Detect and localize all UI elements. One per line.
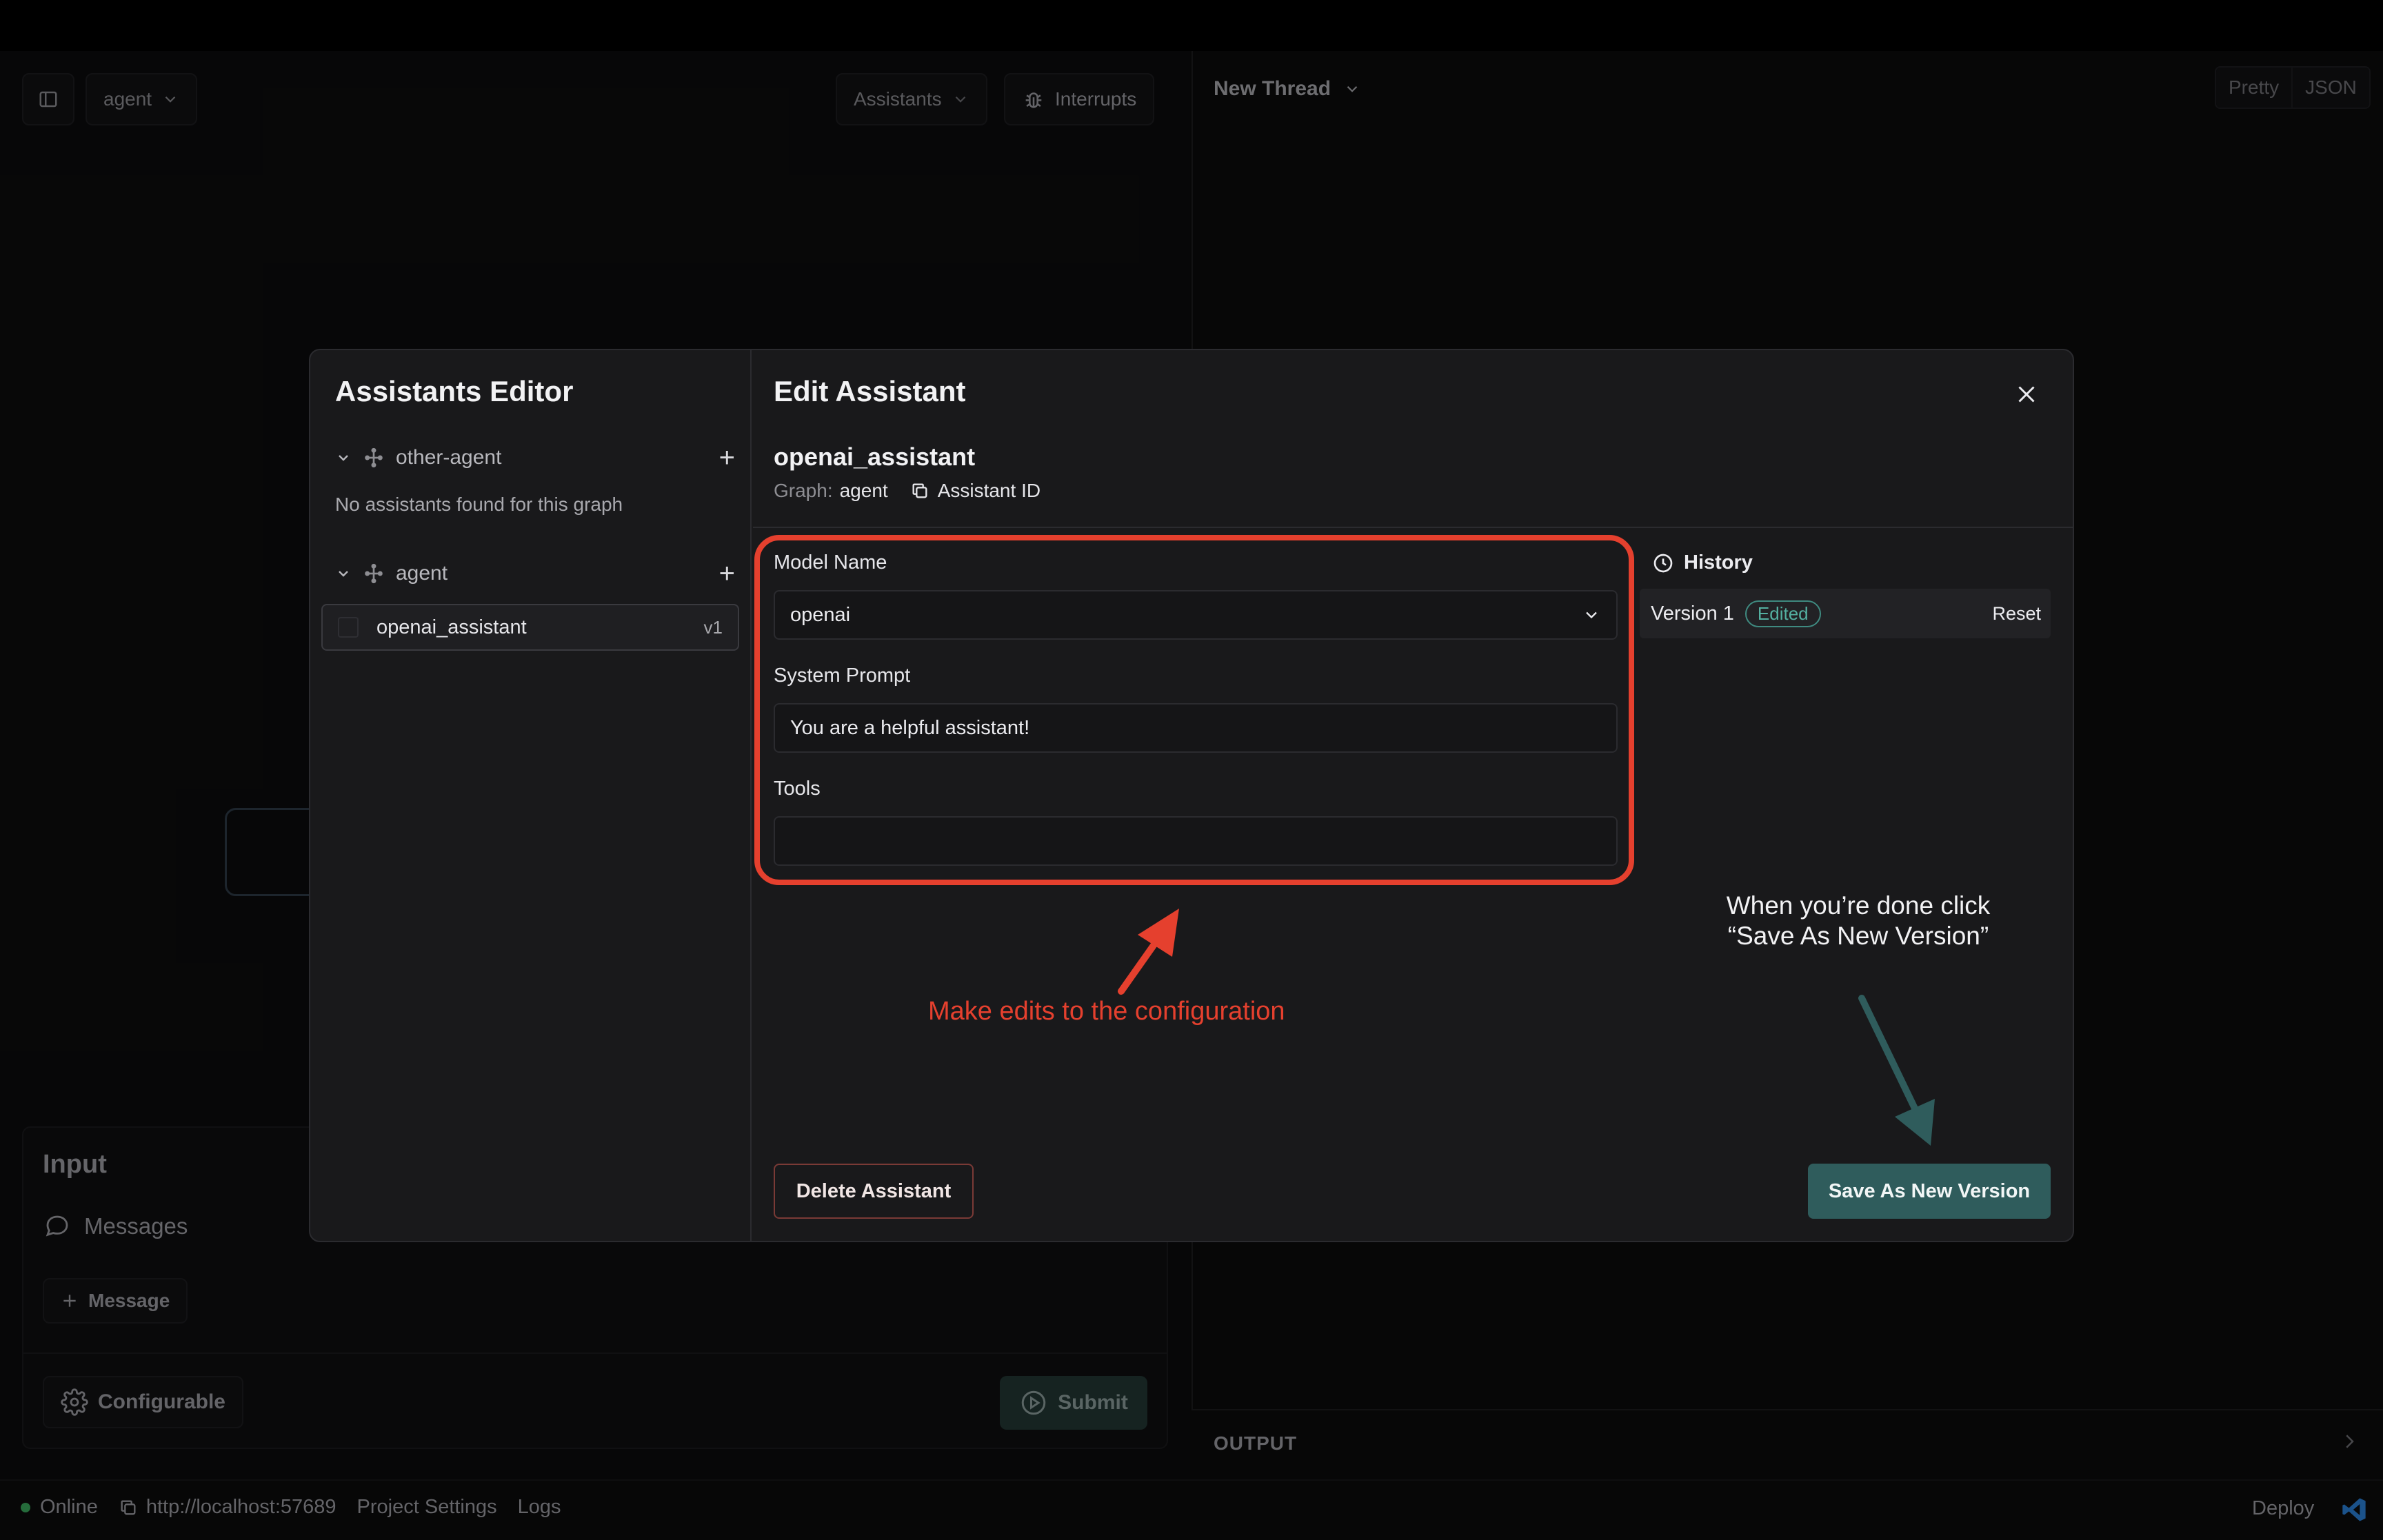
annotation-save-text: When you’re done click “Save As New Vers… bbox=[1726, 891, 1991, 950]
graph-name: other-agent bbox=[396, 446, 502, 469]
graph-name: agent bbox=[396, 562, 448, 585]
assistant-name: openai_assistant bbox=[774, 443, 976, 471]
copy-assistant-id-button[interactable]: Assistant ID bbox=[910, 480, 1040, 502]
delete-assistant-button[interactable]: Delete Assistant bbox=[774, 1164, 974, 1219]
clock-icon bbox=[1652, 552, 1674, 574]
annotation-highlight-box bbox=[754, 535, 1634, 885]
assistant-item-name: openai_assistant bbox=[376, 616, 527, 638]
assistant-list-item[interactable]: openai_assistant v1 bbox=[321, 604, 739, 651]
history-title: History bbox=[1684, 551, 1753, 574]
graph-icon bbox=[363, 563, 385, 585]
add-assistant-button[interactable]: + bbox=[719, 444, 735, 472]
edit-assistant-title: Edit Assistant bbox=[774, 375, 966, 407]
assistant-meta: Graph: agent Assistant ID bbox=[774, 480, 1040, 502]
close-button[interactable] bbox=[2007, 378, 2047, 411]
empty-graph-message: No assistants found for this graph bbox=[335, 494, 623, 515]
chevron-down-icon bbox=[335, 449, 352, 466]
reset-button[interactable]: Reset bbox=[1992, 603, 2041, 625]
assistant-checkbox[interactable] bbox=[338, 617, 359, 638]
divider bbox=[753, 527, 2073, 528]
graph-meta-value: agent bbox=[839, 480, 888, 501]
editor-title: Assistants Editor bbox=[335, 375, 574, 407]
version-row[interactable]: Version 1 Edited Reset bbox=[1640, 589, 2051, 638]
graph-meta-label: Graph: bbox=[774, 480, 833, 501]
history-header: History bbox=[1652, 551, 1753, 574]
save-as-new-version-button[interactable]: Save As New Version bbox=[1808, 1164, 2051, 1219]
graph-group-other-agent[interactable]: other-agent + bbox=[335, 444, 735, 472]
modal-sidebar bbox=[309, 349, 752, 1242]
edited-badge: Edited bbox=[1744, 600, 1821, 627]
graph-group-agent[interactable]: agent + bbox=[335, 560, 735, 587]
copy-icon bbox=[910, 481, 929, 500]
annotation-edits-text: Make edits to the configuration bbox=[928, 997, 1285, 1026]
assistant-item-version: v1 bbox=[703, 616, 723, 638]
graph-icon bbox=[363, 447, 385, 469]
add-assistant-button[interactable]: + bbox=[719, 560, 735, 587]
chevron-down-icon bbox=[335, 565, 352, 582]
close-icon bbox=[2014, 382, 2039, 407]
assistant-id-label: Assistant ID bbox=[937, 480, 1041, 501]
version-label: Version 1 bbox=[1651, 602, 1734, 625]
